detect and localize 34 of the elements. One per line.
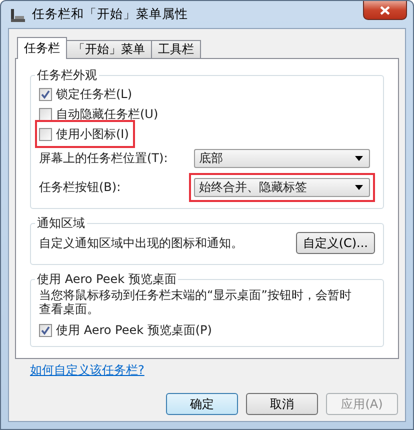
caret-icon: [355, 156, 363, 161]
checkbox[interactable]: [39, 324, 52, 336]
description-text: 当您将鼠标移动到任务栏末端的“显示桌面”按钮时，会暂时查看桌面。: [39, 288, 352, 316]
taskbar-icon: [10, 6, 26, 22]
group-title: 通知区域: [36, 215, 86, 232]
window-title: 任务栏和「开始」菜单属性: [32, 6, 189, 23]
dialog-button[interactable]: 取消: [246, 393, 318, 415]
customize-button[interactable]: 自定义(C)...: [296, 232, 375, 254]
option-label: 使用 Aero Peek 预览桌面(P): [56, 322, 212, 338]
checkbox-option[interactable]: 使用 Aero Peek 预览桌面(P): [39, 320, 214, 340]
option-label: 锁定任务栏(L): [56, 86, 132, 102]
checkbox-option[interactable]: 锁定任务栏(L): [39, 84, 134, 104]
tab[interactable]: 任务栏: [17, 37, 67, 59]
dropdown[interactable]: 底部: [194, 149, 370, 168]
checkbox[interactable]: [39, 108, 52, 120]
checkbox-option[interactable]: 自动隐藏任务栏(U): [39, 104, 160, 124]
option-label: 自动隐藏任务栏(U): [56, 106, 158, 122]
field-label: 任务栏按钮(B):: [39, 179, 122, 196]
description-text: 自定义通知区域中出现的图标和通知。: [39, 234, 243, 252]
field-label: 屏幕上的任务栏位置(T):: [39, 150, 169, 167]
close-icon: [380, 6, 390, 14]
checkbox-option[interactable]: 使用小图标(I): [39, 124, 131, 144]
close-button[interactable]: [363, 1, 407, 20]
tab[interactable]: 工具栏: [151, 40, 201, 58]
dropdown[interactable]: 始终合并、隐藏标签: [194, 178, 370, 197]
caret-icon: [355, 185, 363, 190]
dialog-button[interactable]: 确定: [166, 393, 238, 415]
group-title: 使用 Aero Peek 预览桌面: [36, 271, 178, 288]
checkbox[interactable]: [39, 128, 52, 140]
option-label: 使用小图标(I): [56, 126, 129, 142]
group-title: 任务栏外观: [36, 67, 98, 84]
help-link[interactable]: 如何自定义该任务栏?: [30, 353, 144, 379]
checkbox[interactable]: [39, 88, 52, 100]
tab[interactable]: 「开始」菜单: [66, 40, 152, 58]
